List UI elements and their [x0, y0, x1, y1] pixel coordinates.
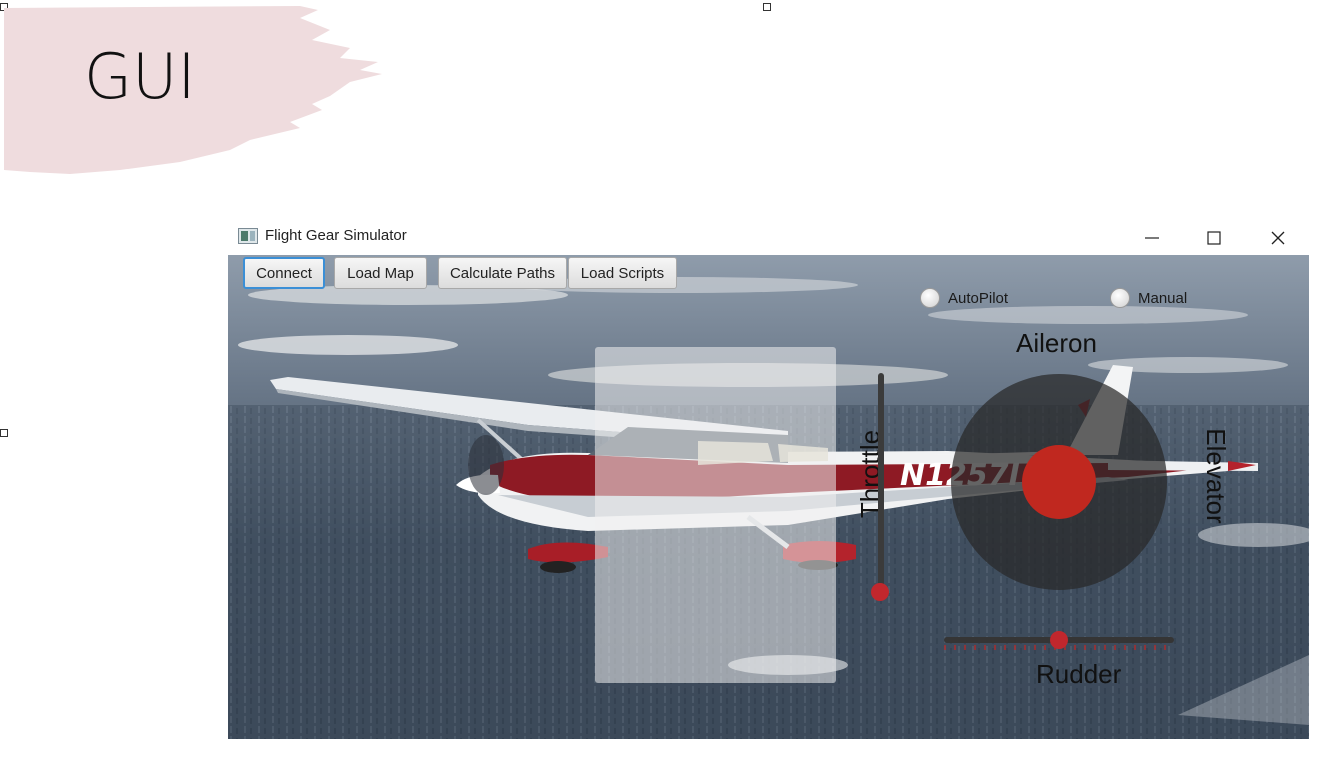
window-titlebar[interactable]: Flight Gear Simulator	[228, 220, 1309, 254]
autopilot-label: AutoPilot	[948, 289, 1009, 307]
radio-dot[interactable]	[920, 288, 940, 308]
manual-label: Manual	[1138, 289, 1188, 307]
slide-title: GUI	[84, 40, 196, 113]
close-button[interactable]	[1258, 224, 1298, 252]
selection-handle[interactable]	[763, 3, 771, 11]
manual-radio[interactable]: Manual	[1110, 287, 1187, 309]
throttle-slider-thumb[interactable]	[871, 583, 889, 601]
throttle-slider-track[interactable]	[878, 373, 884, 591]
minimize-icon	[1145, 237, 1159, 239]
script-panel[interactable]	[595, 347, 836, 683]
joystick-knob[interactable]	[1022, 445, 1096, 519]
minimize-button[interactable]	[1132, 224, 1172, 252]
radio-dot[interactable]	[1110, 288, 1130, 308]
app-window-icon	[238, 228, 258, 244]
aileron-label: Aileron	[1016, 328, 1097, 358]
app-window: Flight Gear Simulator Connect Load Map C…	[228, 220, 1309, 740]
slide: GUI Flight Gear Simulator Connect Load M…	[0, 0, 1340, 780]
connect-button[interactable]: Connect	[243, 257, 325, 289]
simulator-view: N1257I Connect Load Map Calculate Paths …	[228, 255, 1309, 739]
autopilot-radio[interactable]: AutoPilot	[920, 287, 1008, 309]
maximize-button[interactable]	[1194, 224, 1234, 252]
elevator-label: Elevator	[1201, 428, 1231, 524]
rudder-slider-thumb[interactable]	[1050, 631, 1068, 649]
load-map-button[interactable]: Load Map	[334, 257, 427, 289]
selection-handle[interactable]	[0, 429, 8, 437]
calculate-paths-button[interactable]: Calculate Paths	[438, 257, 567, 289]
load-scripts-button[interactable]: Load Scripts	[568, 257, 677, 289]
close-icon	[1271, 231, 1285, 245]
maximize-icon	[1207, 231, 1221, 245]
rudder-label: Rudder	[1036, 659, 1122, 689]
window-title: Flight Gear Simulator	[265, 227, 407, 244]
